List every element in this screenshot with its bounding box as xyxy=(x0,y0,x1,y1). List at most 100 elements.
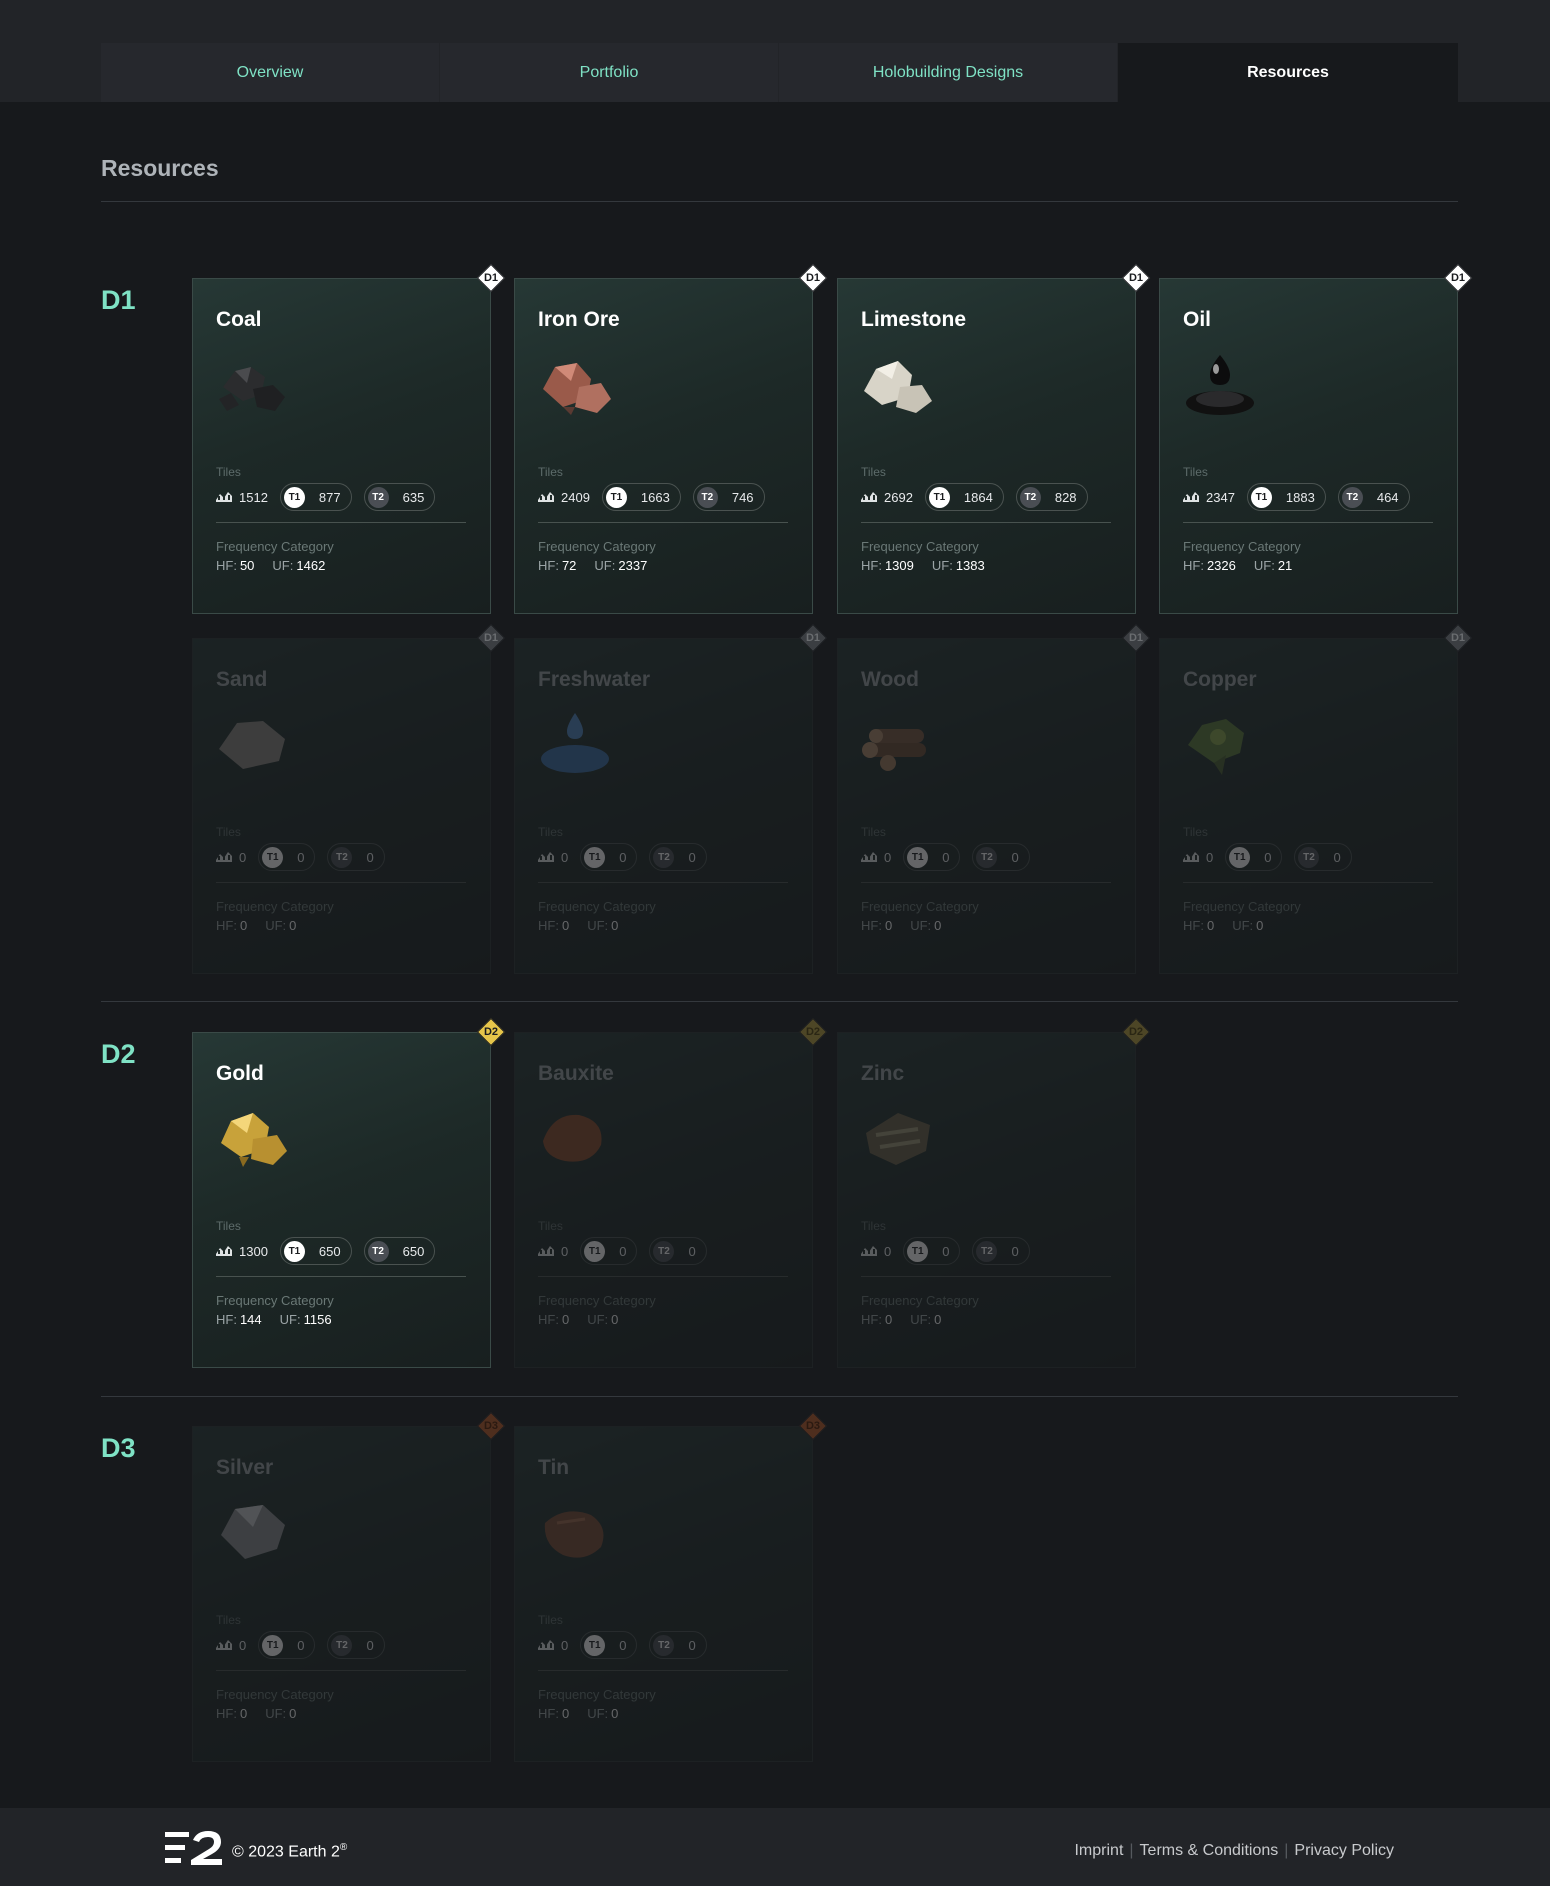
resource-card-freshwater[interactable]: Freshwater Tiles 0 T1 0 T2 0 Frequency Category… xyxy=(514,638,813,974)
resource-name: Zinc xyxy=(861,1062,905,1085)
link-separator: | xyxy=(1129,1842,1134,1859)
card-divider xyxy=(538,882,788,883)
oil-icon xyxy=(1180,349,1260,419)
card-divider xyxy=(538,522,788,523)
title-divider xyxy=(101,201,1458,202)
total-tiles: 0 xyxy=(538,1638,568,1653)
frequency-label: Frequency Category xyxy=(216,1687,334,1702)
total-tiles-value: 0 xyxy=(561,1637,569,1653)
tab-holobuilding-designs[interactable]: Holobuilding Designs xyxy=(779,43,1117,102)
link-separator: | xyxy=(1284,1842,1289,1859)
hf-label: HF: xyxy=(1183,918,1204,933)
privacy-link[interactable]: Privacy Policy xyxy=(1294,1842,1394,1860)
frequency-label: Frequency Category xyxy=(216,1293,334,1308)
resource-card-gold[interactable]: Gold Tiles 1300 T1 650 T2 650 Frequency Categor… xyxy=(192,1032,491,1368)
t2-tiles-value: 0 xyxy=(688,1243,696,1259)
tier-badge-icon: D1 xyxy=(1443,623,1473,653)
t1-tiles: T1 0 xyxy=(903,1237,961,1265)
t2-tiles: T2 0 xyxy=(327,843,385,871)
t1-badge-icon: T1 xyxy=(584,1634,606,1656)
resource-card-silver[interactable]: Silver Tiles 0 T1 0 T2 0 Frequency Category HF: 0… xyxy=(192,1426,491,1762)
imprint-link[interactable]: Imprint xyxy=(1074,1842,1123,1860)
tab-resources[interactable]: Resources xyxy=(1118,43,1458,102)
resource-card-bauxite[interactable]: Bauxite Tiles 0 T1 0 T2 0 Frequency Category HF:… xyxy=(514,1032,813,1368)
uf-value: 2337 xyxy=(618,558,648,573)
t2-badge-icon: T2 xyxy=(696,486,718,508)
tier-badge-label: D1 xyxy=(483,632,499,644)
frequency-label: Frequency Category xyxy=(538,899,656,914)
hf-label: HF: xyxy=(538,1312,559,1327)
t2-tiles-value: 828 xyxy=(1054,489,1077,505)
frequency-row: HF: 0 UF: 0 xyxy=(861,918,941,933)
resource-card-iron-ore[interactable]: Iron Ore Tiles 2409 T1 1663 T2 746 Frequency Ca… xyxy=(514,278,813,614)
terms-link[interactable]: Terms & Conditions xyxy=(1140,1842,1279,1860)
resource-card-sand[interactable]: Sand Tiles 0 T1 0 T2 0 Frequency Category HF: 0 UF… xyxy=(192,638,491,974)
resource-name: Oil xyxy=(1183,308,1212,331)
hf-label: HF: xyxy=(1183,558,1204,573)
total-tiles: 1512 xyxy=(216,490,268,505)
total-tiles: 2692 xyxy=(861,490,913,505)
t1-badge-icon: T1 xyxy=(262,1634,284,1656)
t2-tiles-value: 746 xyxy=(731,489,754,505)
t2-badge-icon: T2 xyxy=(331,846,353,868)
resource-card-coal[interactable]: Coal Tiles 1512 T1 877 T2 635 Frequency Categor… xyxy=(192,278,491,614)
section-label-d3: D3 xyxy=(101,1433,136,1463)
tiles-label: Tiles xyxy=(538,1219,563,1233)
frequency-row: HF: 0 UF: 0 xyxy=(538,1312,618,1327)
t2-tiles-value: 464 xyxy=(1376,489,1399,505)
t2-badge-icon: T2 xyxy=(653,846,675,868)
tab-overview[interactable]: Overview xyxy=(101,43,439,102)
t1-tiles-value: 1663 xyxy=(640,489,670,505)
resource-name: Copper xyxy=(1183,668,1257,691)
total-tiles: 2409 xyxy=(538,490,590,505)
tiles-icon xyxy=(216,490,232,505)
uf-value: 1462 xyxy=(296,558,326,573)
resource-card-limestone[interactable]: Limestone Tiles 2692 T1 1864 T2 828 Frequency C… xyxy=(837,278,1136,614)
t1-tiles: T1 0 xyxy=(258,1631,316,1659)
total-tiles: 0 xyxy=(861,1244,891,1259)
t2-tiles: T2 0 xyxy=(649,843,707,871)
total-tiles: 0 xyxy=(538,1244,568,1259)
card-divider xyxy=(216,882,466,883)
t2-badge-icon: T2 xyxy=(1298,846,1320,868)
tier-badge-icon: D3 xyxy=(476,1411,506,1441)
resource-name: Tin xyxy=(538,1456,570,1479)
resource-card-tin[interactable]: Tin Tiles 0 T1 0 T2 0 Frequency Category HF: 0 UF:… xyxy=(514,1426,813,1762)
t1-tiles-value: 650 xyxy=(318,1243,341,1259)
tier-badge-icon: D1 xyxy=(1121,263,1151,293)
tiles-row: 0 T1 0 T2 0 xyxy=(538,843,719,871)
uf-label: UF: xyxy=(931,558,953,573)
t1-badge-icon: T1 xyxy=(907,1240,929,1262)
card-divider xyxy=(538,1276,788,1277)
tiles-icon xyxy=(538,490,554,505)
resource-card-oil[interactable]: Oil Tiles 2347 T1 1883 T2 464 Frequency Categor… xyxy=(1159,278,1458,614)
earth2-logo[interactable] xyxy=(165,1830,223,1868)
t2-tiles-value: 0 xyxy=(1011,849,1019,865)
total-tiles-value: 1512 xyxy=(239,489,268,505)
t2-badge-icon: T2 xyxy=(976,846,998,868)
uf-value: 21 xyxy=(1277,558,1293,573)
tier-badge-label: D2 xyxy=(1128,1026,1144,1038)
tiles-label: Tiles xyxy=(216,465,241,479)
hf-label: HF: xyxy=(538,918,559,933)
resource-card-wood[interactable]: Wood Tiles 0 T1 0 T2 0 Frequency Category HF: 0 UF… xyxy=(837,638,1136,974)
total-tiles-value: 0 xyxy=(1206,849,1214,865)
resource-card-zinc[interactable]: Zinc Tiles 0 T1 0 T2 0 Frequency Category HF: 0 UF… xyxy=(837,1032,1136,1368)
frequency-row: HF: 0 UF: 0 xyxy=(216,918,296,933)
total-tiles-value: 2347 xyxy=(1206,489,1235,505)
total-tiles-value: 0 xyxy=(239,849,247,865)
tiles-label: Tiles xyxy=(538,465,563,479)
t2-tiles: T2 650 xyxy=(363,1237,436,1265)
t2-tiles-value: 635 xyxy=(402,489,425,505)
resource-card-copper[interactable]: Copper Tiles 0 T1 0 T2 0 Frequency Category HF: 0… xyxy=(1159,638,1458,974)
tier-badge-label: D1 xyxy=(805,632,821,644)
hf-value: 144 xyxy=(239,1312,262,1327)
resource-name: Freshwater xyxy=(538,668,651,691)
card-divider xyxy=(1183,522,1433,523)
hf-label: HF: xyxy=(861,918,882,933)
tier-badge-icon: D2 xyxy=(798,1017,828,1047)
uf-label: UF: xyxy=(279,1312,301,1327)
resource-name: Silver xyxy=(216,1456,274,1479)
tab-portfolio[interactable]: Portfolio xyxy=(440,43,778,102)
tiles-label: Tiles xyxy=(861,825,886,839)
